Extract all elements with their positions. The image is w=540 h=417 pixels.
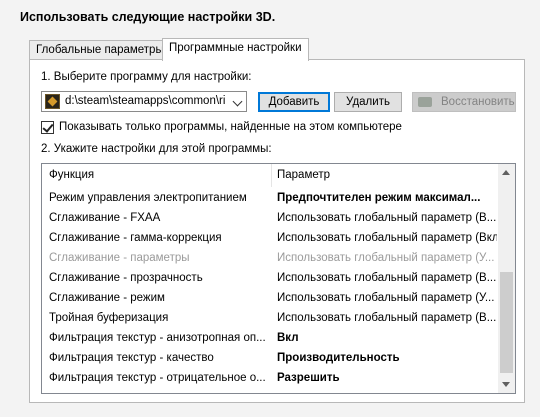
table-row[interactable]: Фильтрация текстур - качество Производит… [42, 349, 500, 369]
feature-cell: Сглаживание - FXAA [49, 212, 161, 224]
step1-label: 1. Выберите программу для настройки: [41, 71, 252, 83]
value-cell[interactable]: Использовать глобальный параметр (У... [277, 292, 497, 304]
vertical-scrollbar[interactable] [498, 164, 515, 393]
value-cell[interactable]: Предпочтителен режим максимал... [277, 192, 497, 204]
tab-program-settings[interactable]: Программные настройки [162, 38, 309, 61]
tab-global-settings[interactable]: Глобальные параметры [29, 40, 171, 60]
step2-label: 2. Укажите настройки для этой программы: [41, 143, 272, 155]
chevron-down-icon[interactable] [232, 96, 243, 107]
restore-button-label: Восстановить [441, 96, 515, 108]
column-header-feature[interactable]: Функция [49, 169, 271, 181]
value-cell[interactable]: Производительность [277, 352, 497, 364]
value-cell[interactable]: Использовать глобальный параметр (Вкл) [277, 232, 497, 244]
add-button[interactable]: Добавить [258, 92, 330, 112]
table-row[interactable]: Сглаживание - прозрачность Использовать … [42, 269, 500, 289]
value-cell[interactable]: Использовать глобальный параметр (У... [277, 252, 497, 264]
restore-button[interactable]: Восстановить [412, 92, 516, 112]
value-cell[interactable]: Использовать глобальный параметр (В... [277, 272, 497, 284]
table-row[interactable]: Фильтрация текстур - отрицательное о... … [42, 369, 500, 389]
feature-cell: Фильтрация текстур - качество [49, 352, 214, 364]
program-select-value: d:\steam\steamapps\common\ri... [65, 95, 225, 107]
table-row[interactable]: Сглаживание - режим Использовать глобаль… [42, 289, 500, 309]
table-row[interactable]: Сглаживание - FXAA Использовать глобальн… [42, 209, 500, 229]
settings-table: Функция Параметр Режим управления электр… [41, 163, 516, 394]
table-row[interactable]: Сглаживание - гамма-коррекция Использова… [42, 229, 500, 249]
remove-button[interactable]: Удалить [334, 92, 402, 112]
scroll-thumb[interactable] [500, 272, 513, 373]
feature-cell: Режим управления электропитанием [49, 192, 247, 204]
value-cell[interactable]: Вкл [277, 332, 497, 344]
table-row[interactable]: Тройная буферизация Использовать глобаль… [42, 309, 500, 329]
settings-window: Использовать следующие настройки 3D. Гло… [0, 0, 540, 417]
show-found-programs-checkbox[interactable] [41, 121, 54, 134]
feature-cell: Тройная буферизация [49, 312, 169, 324]
program-settings-panel: 1. Выберите программу для настройки: d:\… [29, 59, 525, 403]
feature-cell: Сглаживание - прозрачность [49, 272, 203, 284]
nvidia-icon [418, 97, 432, 107]
table-row[interactable]: Режим управления электропитанием Предпоч… [42, 189, 500, 209]
scroll-up-arrow-icon[interactable] [502, 170, 510, 175]
column-header-value[interactable]: Параметр [277, 169, 497, 181]
feature-cell: Сглаживание - параметры [49, 252, 190, 264]
value-cell[interactable]: Использовать глобальный параметр (В... [277, 312, 497, 324]
feature-cell: Фильтрация текстур - анизотропная оп... [49, 332, 266, 344]
value-cell[interactable]: Использовать глобальный параметр (В... [277, 212, 497, 224]
program-select[interactable]: d:\steam\steamapps\common\ri... [41, 91, 247, 112]
table-row[interactable]: Фильтрация текстур - анизотропная оп... … [42, 329, 500, 349]
show-found-programs-label: Показывать только программы, найденные н… [59, 121, 402, 133]
page-title: Использовать следующие настройки 3D. [20, 10, 276, 24]
feature-cell: Сглаживание - гамма-коррекция [49, 232, 222, 244]
scroll-down-arrow-icon[interactable] [502, 382, 510, 387]
game-icon [45, 94, 60, 109]
feature-cell: Фильтрация текстур - отрицательное о... [49, 372, 266, 384]
table-row[interactable]: Сглаживание - параметры Использовать гло… [42, 249, 500, 269]
feature-cell: Сглаживание - режим [49, 292, 165, 304]
table-header: Функция Параметр [42, 164, 500, 187]
value-cell[interactable]: Разрешить [277, 372, 497, 384]
